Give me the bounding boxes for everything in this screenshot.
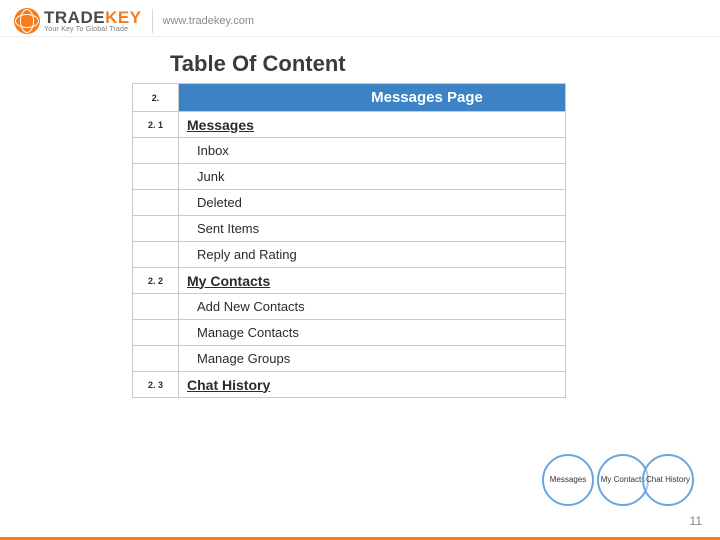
toc-item-row: Add New Contacts xyxy=(133,294,566,320)
toc-item-row: Deleted xyxy=(133,190,566,216)
toc-section-num: 2. 1 xyxy=(133,112,179,138)
brand-logo: TRADEKEY Your Key To Global Trade xyxy=(14,8,142,34)
toc-item: Manage Groups xyxy=(179,346,566,372)
toc-title: Table Of Content xyxy=(170,51,720,77)
toc-item: Junk xyxy=(179,164,566,190)
globe-icon xyxy=(14,8,40,34)
toc-section-title: Chat History xyxy=(179,372,566,398)
toc-section-num: 2. 3 xyxy=(133,372,179,398)
toc-item-row: Manage Contacts xyxy=(133,320,566,346)
toc-table: 2. Messages Page 2. 1 Messages Inbox Jun… xyxy=(132,83,566,398)
brand-text: TRADEKEY Your Key To Global Trade xyxy=(44,9,142,33)
toc-item-row: Inbox xyxy=(133,138,566,164)
toc-section-title: Messages xyxy=(179,112,566,138)
toc-header-row: 2. Messages Page xyxy=(133,84,566,112)
toc-item: Add New Contacts xyxy=(179,294,566,320)
circle-diagram: Messages My Contacts Chat History xyxy=(542,454,702,514)
brand-word-2: KEY xyxy=(105,8,141,27)
toc-item: Manage Contacts xyxy=(179,320,566,346)
circle-messages: Messages xyxy=(542,454,594,506)
header: TRADEKEY Your Key To Global Trade www.tr… xyxy=(0,0,720,36)
toc-item-row: Reply and Rating xyxy=(133,242,566,268)
site-url: www.tradekey.com xyxy=(163,15,255,27)
toc-item-row: Manage Groups xyxy=(133,346,566,372)
brand-tagline: Your Key To Global Trade xyxy=(44,26,142,33)
page-number: 11 xyxy=(690,514,702,528)
header-underline xyxy=(0,36,720,37)
toc-section-row: 2. 2 My Contacts xyxy=(133,268,566,294)
brand-name: TRADEKEY xyxy=(44,9,142,26)
toc-item-row: Sent Items xyxy=(133,216,566,242)
toc-section-num: 2. 2 xyxy=(133,268,179,294)
brand-word-1: TRADE xyxy=(44,8,105,27)
toc-header-title: Messages Page xyxy=(179,84,566,112)
toc-header-num: 2. xyxy=(133,84,179,112)
toc-item: Deleted xyxy=(179,190,566,216)
circle-chat-history: Chat History xyxy=(642,454,694,506)
toc-section-row: 2. 1 Messages xyxy=(133,112,566,138)
toc-item: Reply and Rating xyxy=(179,242,566,268)
toc-section-title: My Contacts xyxy=(179,268,566,294)
slide-page: TRADEKEY Your Key To Global Trade www.tr… xyxy=(0,0,720,540)
toc-item: Sent Items xyxy=(179,216,566,242)
toc-item: Inbox xyxy=(179,138,566,164)
toc-section-row: 2. 3 Chat History xyxy=(133,372,566,398)
vertical-divider xyxy=(152,9,153,33)
toc-item-row: Junk xyxy=(133,164,566,190)
